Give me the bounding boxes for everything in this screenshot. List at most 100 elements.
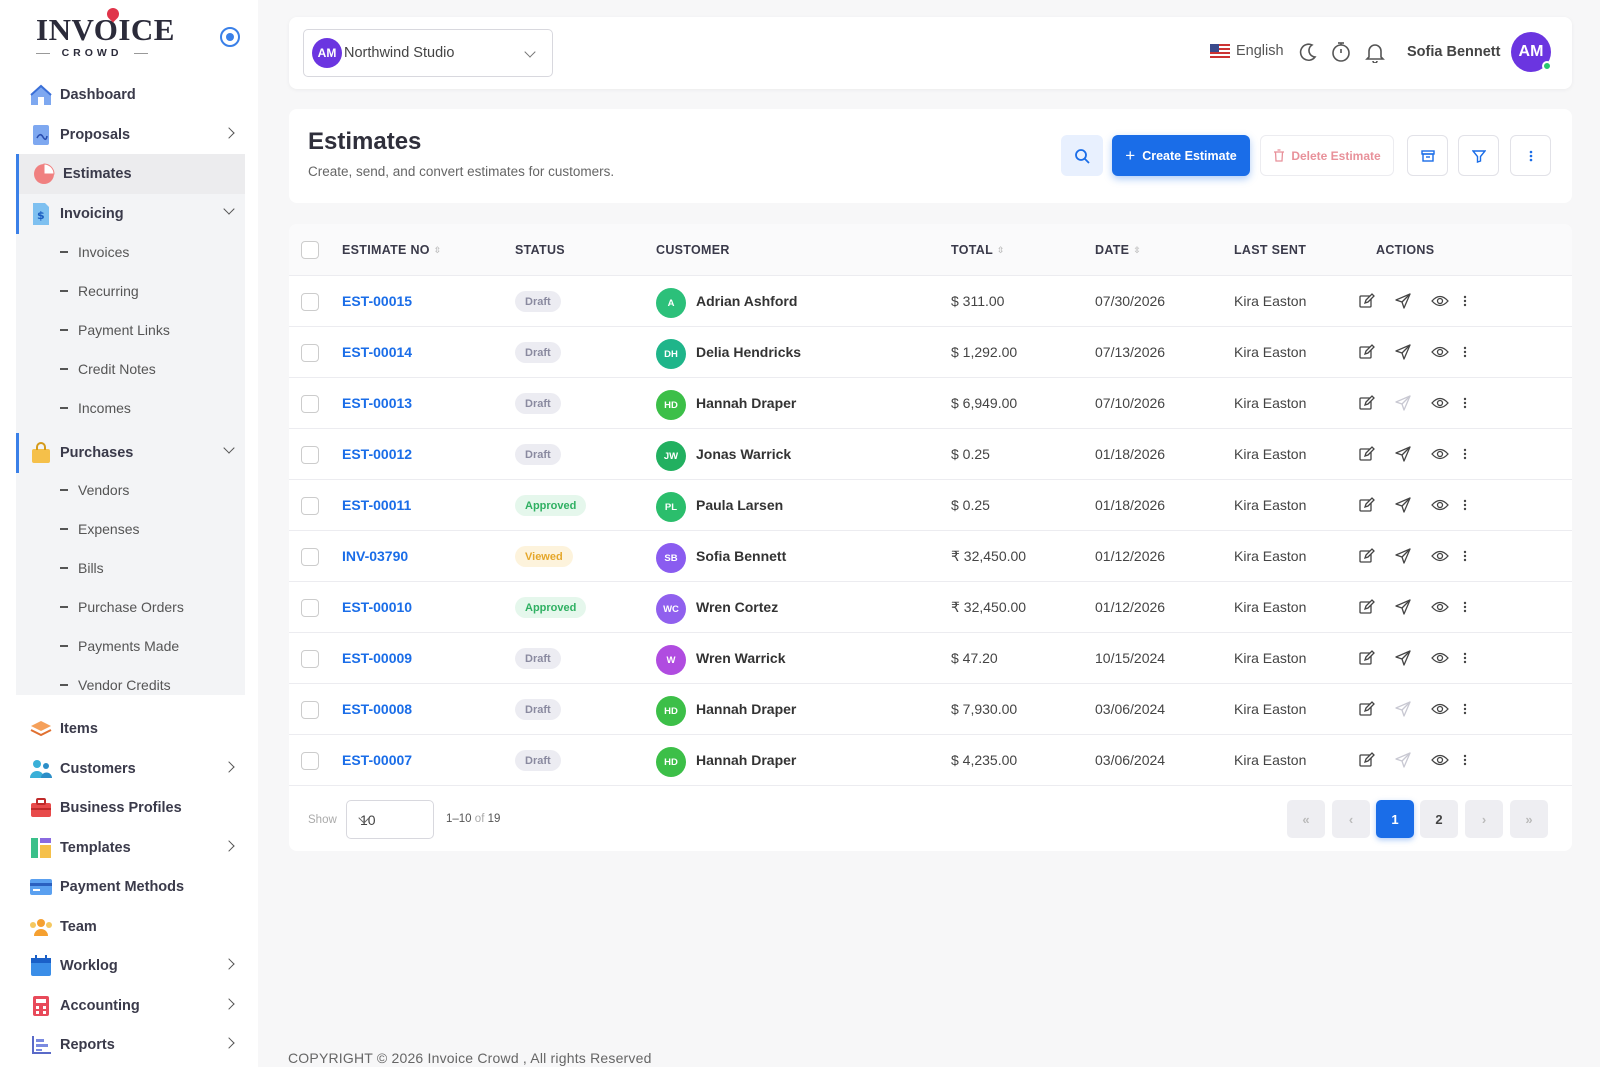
prev-page-button[interactable]: ‹ (1332, 800, 1370, 838)
sidebar-item-payment-methods[interactable]: Payment Methods (16, 867, 245, 907)
edit-icon[interactable] (1357, 444, 1377, 464)
row-checkbox[interactable] (301, 599, 319, 617)
first-page-button[interactable]: « (1287, 800, 1325, 838)
estimate-number-link[interactable]: INV-03790 (342, 548, 408, 564)
customer-name[interactable]: Jonas Warrick (696, 446, 791, 462)
customer-name[interactable]: Sofia Bennett (696, 548, 786, 564)
estimate-number-link[interactable]: EST-00008 (342, 701, 412, 717)
more-vertical-icon[interactable] (1455, 546, 1475, 566)
edit-icon[interactable] (1357, 495, 1377, 515)
send-icon[interactable] (1393, 648, 1413, 668)
sidebar-subitem-expenses[interactable]: Expenses (60, 519, 139, 539)
select-all-checkbox[interactable] (301, 241, 319, 259)
estimate-number-link[interactable]: EST-00014 (342, 344, 412, 360)
customer-name[interactable]: Hannah Draper (696, 752, 796, 768)
row-checkbox[interactable] (301, 446, 319, 464)
row-checkbox[interactable] (301, 650, 319, 668)
customer-name[interactable]: Hannah Draper (696, 701, 796, 717)
notifications-button[interactable] (1364, 41, 1386, 63)
sidebar-item-proposals[interactable]: Proposals (16, 115, 245, 155)
send-icon[interactable] (1393, 750, 1413, 770)
table-row[interactable]: EST-00012 Draft JW Jonas Warrick $ 0.25 … (289, 429, 1572, 480)
estimate-number-link[interactable]: EST-00012 (342, 446, 412, 462)
more-vertical-icon[interactable] (1455, 750, 1475, 770)
estimate-number-link[interactable]: EST-00010 (342, 599, 412, 615)
delete-estimate-button[interactable]: Delete Estimate (1260, 135, 1394, 176)
sidebar-subitem-payments-made[interactable]: Payments Made (60, 636, 179, 656)
sidebar-item-dashboard[interactable]: Dashboard (16, 75, 245, 115)
view-icon[interactable] (1430, 291, 1450, 311)
language-select[interactable]: English (1210, 43, 1284, 59)
more-vertical-icon[interactable] (1455, 597, 1475, 617)
more-vertical-icon[interactable] (1455, 699, 1475, 719)
filter-button[interactable] (1458, 135, 1499, 176)
customer-name[interactable]: Adrian Ashford (696, 293, 797, 309)
send-icon[interactable] (1393, 342, 1413, 362)
edit-icon[interactable] (1357, 546, 1377, 566)
row-checkbox[interactable] (301, 701, 319, 719)
more-vertical-icon[interactable] (1455, 444, 1475, 464)
sidebar-subitem-payment-links[interactable]: Payment Links (60, 320, 170, 340)
sidebar-item-reports[interactable]: Reports (16, 1025, 245, 1065)
view-icon[interactable] (1430, 597, 1450, 617)
table-row[interactable]: INV-03790 Viewed SB Sofia Bennett ₹ 32,4… (289, 531, 1572, 582)
brand-logo[interactable]: INVOICE CROWD (36, 5, 174, 60)
send-icon[interactable] (1393, 291, 1413, 311)
customer-name[interactable]: Wren Warrick (696, 650, 785, 666)
sidebar-toggle-icon[interactable] (220, 27, 240, 47)
row-checkbox[interactable] (301, 497, 319, 515)
table-row[interactable]: EST-00015 Draft A Adrian Ashford $ 311.0… (289, 276, 1572, 327)
view-icon[interactable] (1430, 393, 1450, 413)
table-row[interactable]: EST-00009 Draft W Wren Warrick $ 47.20 1… (289, 633, 1572, 684)
edit-icon[interactable] (1357, 597, 1377, 617)
row-checkbox[interactable] (301, 344, 319, 362)
timer-button[interactable] (1330, 41, 1352, 63)
sidebar-item-estimates[interactable]: Estimates (16, 154, 245, 194)
page-button-2[interactable]: 2 (1420, 800, 1458, 838)
sidebar-item-accounting[interactable]: Accounting (16, 986, 245, 1026)
organization-select[interactable]: AM Northwind Studio (303, 29, 553, 77)
view-icon[interactable] (1430, 750, 1450, 770)
sidebar-subitem-purchase-orders[interactable]: Purchase Orders (60, 597, 184, 617)
sidebar-item-business-profiles[interactable]: Business Profiles (16, 788, 245, 828)
edit-icon[interactable] (1357, 291, 1377, 311)
more-vertical-icon[interactable] (1455, 495, 1475, 515)
sidebar-subitem-credit-notes[interactable]: Credit Notes (60, 359, 156, 379)
sidebar-item-templates[interactable]: Templates (16, 828, 245, 868)
edit-icon[interactable] (1357, 342, 1377, 362)
edit-icon[interactable] (1357, 393, 1377, 413)
sidebar-item-purchases[interactable]: Purchases (16, 433, 245, 473)
view-icon[interactable] (1430, 444, 1450, 464)
table-row[interactable]: EST-00007 Draft HD Hannah Draper $ 4,235… (289, 735, 1572, 786)
sidebar-subitem-incomes[interactable]: Incomes (60, 398, 131, 418)
more-vertical-icon[interactable] (1455, 393, 1475, 413)
sidebar-item-worklog[interactable]: Worklog (16, 946, 245, 986)
more-vertical-icon[interactable] (1455, 291, 1475, 311)
view-icon[interactable] (1430, 342, 1450, 362)
send-icon[interactable] (1393, 444, 1413, 464)
sidebar-subitem-vendor-credits[interactable]: Vendor Credits (60, 675, 171, 695)
user-avatar[interactable]: AM (1511, 32, 1552, 72)
send-icon[interactable] (1393, 495, 1413, 515)
more-vertical-icon[interactable] (1455, 342, 1475, 362)
edit-icon[interactable] (1357, 648, 1377, 668)
estimate-number-link[interactable]: EST-00011 (342, 497, 411, 513)
row-checkbox[interactable] (301, 548, 319, 566)
archive-button[interactable] (1407, 135, 1448, 176)
customer-name[interactable]: Wren Cortez (696, 599, 778, 615)
page-button-1[interactable]: 1 (1376, 800, 1414, 838)
sidebar-item-customers[interactable]: Customers (16, 749, 245, 789)
next-page-button[interactable]: › (1465, 800, 1503, 838)
column-header-date[interactable]: DATE ⇳ (1095, 243, 1141, 257)
send-icon[interactable] (1393, 546, 1413, 566)
edit-icon[interactable] (1357, 699, 1377, 719)
customer-name[interactable]: Paula Larsen (696, 497, 783, 513)
sidebar-subitem-vendors[interactable]: Vendors (60, 480, 129, 500)
send-icon[interactable] (1393, 699, 1413, 719)
view-icon[interactable] (1430, 699, 1450, 719)
column-header-total[interactable]: TOTAL ⇳ (951, 243, 1005, 257)
table-row[interactable]: EST-00013 Draft HD Hannah Draper $ 6,949… (289, 378, 1572, 429)
customer-name[interactable]: Delia Hendricks (696, 344, 801, 360)
user-name[interactable]: Sofia Bennett (1407, 44, 1500, 60)
more-options-button[interactable] (1510, 135, 1551, 176)
